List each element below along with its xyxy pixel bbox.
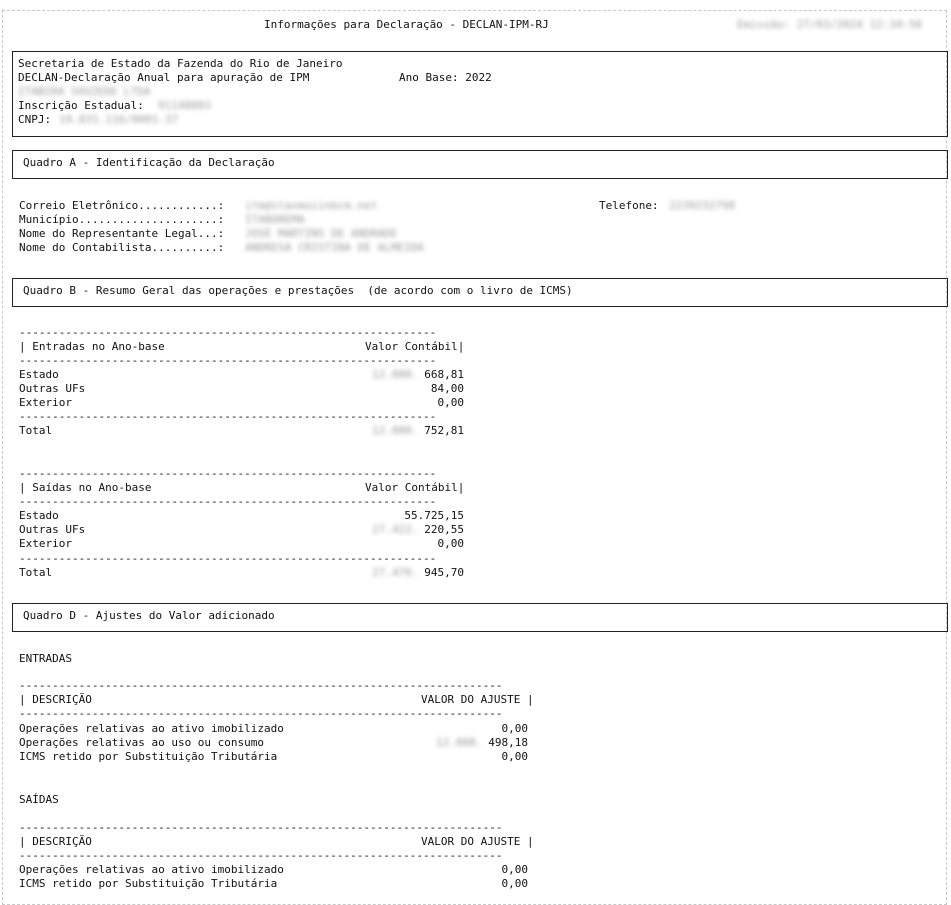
saidas-total-value: 945,70 (424, 566, 464, 579)
entradas-total-label: Total (19, 424, 53, 437)
quadro-d-title: Quadro D - Ajustes do Valor adicionado (23, 609, 275, 622)
taxpayer-info-box: Secretaria de Estado da Fazenda do Rio d… (12, 51, 948, 137)
quadro-d-entradas-row-value: 498,18 (488, 736, 528, 749)
saidas-rule-top: ----------------------------------------… (19, 467, 437, 480)
saidas-header-valor: Valor Contábil| (365, 481, 465, 494)
ano-base: Ano Base: 2022 (399, 71, 492, 84)
entradas-header: | Entradas no Ano-base (19, 340, 165, 353)
quadro-d-saidas-label: SAÍDAS (19, 793, 59, 806)
declaration-page (2, 10, 947, 905)
quadro-a-title: Quadro A - Identificação da Declaração (23, 156, 275, 169)
inscricao-value: 91148883 (158, 99, 211, 112)
inscricao-label: Inscrição Estadual: (18, 99, 144, 112)
entradas-total-value: 752,81 (424, 424, 464, 437)
quadro-d-saidas-row-label: ICMS retido por Substituição Tributária (19, 877, 278, 890)
quadro-d-entradas-row-label: Operações relativas ao uso ou consumo (19, 736, 265, 749)
quadro-b-title: Quadro B - Resumo Geral das operações e … (23, 284, 573, 297)
saidas-header: | Saídas no Ano-base (19, 481, 152, 494)
saidas-rule-bottom: ----------------------------------------… (19, 552, 437, 565)
municipio-value: ITABOREMA (245, 213, 305, 226)
telefone-label: Telefone: (599, 199, 659, 212)
quadro-d-box: Quadro D - Ajustes do Valor adicionado (12, 603, 948, 632)
municipio-label: Município.....................: (19, 213, 225, 226)
secretaria-line: Secretaria de Estado da Fazenda do Rio d… (18, 57, 343, 70)
saidas-row-label: Exterior (19, 537, 72, 550)
entradas-row-value: 84,00 (430, 382, 464, 395)
entradas-row-value: 0,00 (437, 396, 465, 409)
emission-date: Emissão: 27/03/2024 12:34:56 (737, 18, 923, 31)
quadro-d-entradas-rule-top: ----------------------------------------… (19, 679, 503, 692)
representante-label: Nome do Representante Legal...: (19, 227, 225, 240)
quadro-d-entradas-row-label: ICMS retido por Substituição Tributária (19, 750, 278, 763)
quadro-d-entradas-label: ENTRADAS (19, 652, 72, 665)
document-title: Informações para Declaração - DECLAN-IPM… (264, 18, 549, 31)
quadro-d-entradas-row-value: 0,00 (501, 750, 529, 763)
cnpj-label: CNPJ: (18, 113, 52, 126)
saidas-row-label: Estado (19, 509, 59, 522)
quadro-d-entradas-rule-mid: ----------------------------------------… (19, 707, 503, 720)
cnpj-value: 19.831.116/0001-37 (59, 113, 179, 126)
declan-line: DECLAN-Declaração Anual para apuração de… (18, 71, 310, 84)
quadro-a-box: Quadro A - Identificação da Declaração (12, 150, 948, 179)
representante-value: JOSÉ MARTINS DE ANDRADE (245, 227, 398, 240)
telefone-value: 2239232798 (669, 199, 736, 212)
entradas-row-label: Estado (19, 368, 59, 381)
saidas-total-label: Total (19, 566, 53, 579)
entradas-header-valor: Valor Contábil| (365, 340, 465, 353)
entradas-row-label: Exterior (19, 396, 72, 409)
quadro-d-saidas-header: | DESCRIÇÃO (19, 835, 92, 848)
saidas-row-label: Outras UFs (19, 523, 86, 536)
entradas-rule-top: ----------------------------------------… (19, 326, 437, 339)
email-value: itm@itasmoiinbcm.net (245, 199, 378, 212)
saidas-row-value: 220,55 (424, 523, 464, 536)
entradas-rule-bottom: ----------------------------------------… (19, 410, 437, 423)
quadro-d-saidas-row-label: Operações relativas ao ativo imobilizado (19, 863, 284, 876)
quadro-d-entradas-row-value: 0,00 (501, 722, 529, 735)
saidas-rule-mid: ----------------------------------------… (19, 495, 437, 508)
company-name: ITABIRA SOUZEDE LTDA (18, 85, 151, 98)
entradas-row-label: Outras UFs (19, 382, 86, 395)
quadro-d-saidas-row-value: 0,00 (501, 877, 529, 890)
quadro-d-saidas-rule-mid: ----------------------------------------… (19, 849, 503, 862)
entradas-row-value: 668,81 (424, 368, 464, 381)
saidas-row-value: 55.725,15 (404, 509, 464, 522)
quadro-d-entradas-header-valor: VALOR DO AJUSTE | (421, 693, 534, 706)
quadro-d-saidas-rule-top: ----------------------------------------… (19, 821, 503, 834)
quadro-d-saidas-row-value: 0,00 (501, 863, 529, 876)
quadro-d-entradas-header: | DESCRIÇÃO (19, 693, 92, 706)
entradas-rule-mid: ----------------------------------------… (19, 354, 437, 367)
email-label: Correio Eletrônico............: (19, 199, 225, 212)
quadro-d-saidas-header-valor: VALOR DO AJUSTE | (421, 835, 534, 848)
saidas-row-value: 0,00 (437, 537, 465, 550)
quadro-d-entradas-row-label: Operações relativas ao ativo imobilizado (19, 722, 284, 735)
contabilista-label: Nome do Contabilista..........: (19, 241, 225, 254)
quadro-b-box: Quadro B - Resumo Geral das operações e … (12, 278, 948, 307)
contabilista-value: ANDRESA CRISTINA DE ALMEIDA (245, 241, 424, 254)
